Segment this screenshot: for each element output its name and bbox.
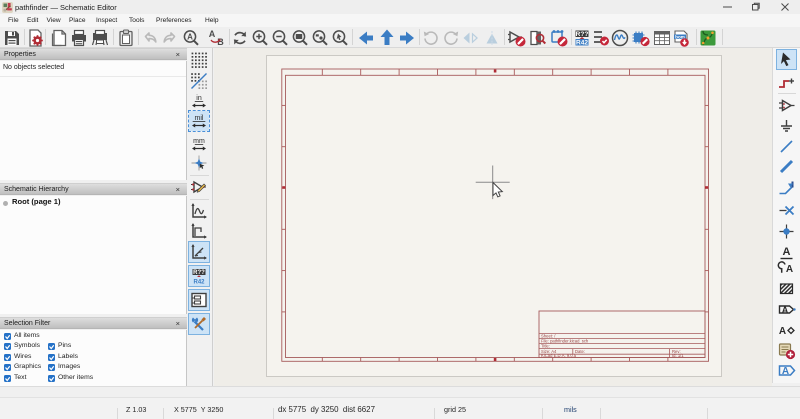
svg-text:mil: mil — [195, 115, 204, 122]
svg-text:A: A — [779, 326, 786, 337]
svg-text:A: A — [786, 264, 793, 275]
svg-text:Date:: Date: — [575, 349, 585, 354]
svg-text:R??: R?? — [576, 31, 589, 38]
svg-text:A: A — [209, 29, 216, 39]
svg-text:R42: R42 — [576, 40, 588, 47]
svg-text:in: in — [196, 95, 202, 102]
svg-text:KiCad E.D.A. 9.0.5: KiCad E.D.A. 9.0.5 — [541, 353, 577, 358]
svg-text:A: A — [187, 32, 193, 41]
svg-text:mm: mm — [193, 138, 205, 145]
svg-text:Id: 1/1: Id: 1/1 — [672, 353, 684, 358]
svg-text:A: A — [782, 305, 789, 315]
svg-text:R42: R42 — [193, 280, 205, 286]
svg-text:A: A — [783, 246, 791, 258]
svg-text:A: A — [782, 366, 789, 377]
svg-text:R??: R?? — [193, 270, 205, 276]
svg-text:Title:: Title: — [541, 343, 550, 348]
